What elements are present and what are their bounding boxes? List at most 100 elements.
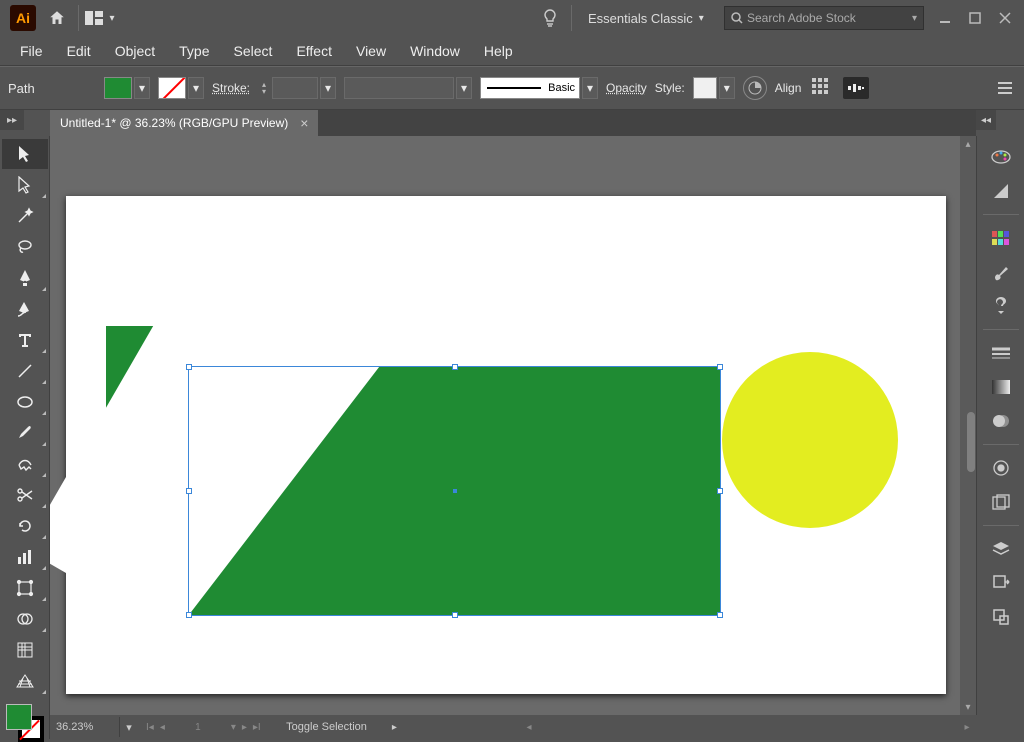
menu-file[interactable]: File [8, 37, 55, 65]
variable-width-profile[interactable] [344, 77, 454, 99]
magic-wand-tool[interactable] [2, 201, 48, 231]
yellow-circle[interactable] [722, 352, 898, 528]
color-guide-panel-icon[interactable] [982, 176, 1020, 206]
symbols-panel-icon[interactable] [982, 291, 1020, 321]
scroll-down-button[interactable]: ▾ [960, 699, 976, 715]
next-artboard-button[interactable]: ▸ [242, 722, 247, 733]
canvas-area[interactable]: ▴ ▾ [50, 136, 976, 715]
curvature-tool[interactable] [2, 294, 48, 324]
mesh-tool[interactable] [2, 635, 48, 665]
pen-tool[interactable] [2, 263, 48, 293]
graphic-styles-panel-icon[interactable] [982, 487, 1020, 517]
vertical-scroll-thumb[interactable] [967, 412, 975, 472]
arrange-documents-button[interactable]: ▾ [85, 3, 115, 33]
paintbrush-tool[interactable] [2, 418, 48, 448]
ellipse-tool[interactable] [2, 387, 48, 417]
close-button[interactable] [990, 7, 1020, 29]
brush-definition[interactable]: Basic [480, 77, 580, 99]
menu-help[interactable]: Help [472, 37, 525, 65]
color-panel-icon[interactable] [982, 142, 1020, 172]
stroke-panel-icon[interactable] [982, 338, 1020, 368]
shape-builder-tool[interactable] [2, 604, 48, 634]
scroll-right-button[interactable]: ▸ [958, 722, 976, 733]
right-panel-dock [976, 136, 1024, 715]
discover-button[interactable] [535, 3, 565, 33]
brush-dropdown[interactable]: ▾ [582, 77, 598, 99]
status-menu-button[interactable]: ▸ [384, 722, 404, 733]
opacity-label[interactable]: Opacity [606, 81, 647, 95]
stroke-swatch[interactable] [158, 77, 186, 99]
vertical-scrollbar[interactable]: ▴ ▾ [960, 136, 976, 715]
recolor-artwork-button[interactable] [743, 76, 767, 100]
minimize-button[interactable] [930, 7, 960, 29]
align-panel-icon[interactable] [809, 77, 835, 99]
stroke-label[interactable]: Stroke: [212, 81, 250, 95]
rotate-tool[interactable] [2, 511, 48, 541]
stroke-control[interactable]: ▾ [158, 77, 204, 99]
artboard-dropdown[interactable]: ▾ [231, 722, 236, 733]
artboard-navigation: I◂ ◂ 1 ▾ ▸ ▸I [138, 722, 269, 733]
stroke-dropdown[interactable]: ▾ [188, 77, 204, 99]
last-artboard-button[interactable]: ▸I [253, 722, 261, 733]
scroll-up-button[interactable]: ▴ [960, 136, 976, 152]
zoom-dropdown[interactable]: ▾ [120, 721, 138, 734]
lasso-tool[interactable] [2, 232, 48, 262]
stroke-weight-field[interactable] [272, 77, 318, 99]
graphic-style-swatch[interactable] [693, 77, 717, 99]
free-transform-tool[interactable] [2, 573, 48, 603]
style-dropdown[interactable]: ▾ [719, 77, 735, 99]
layers-panel-icon[interactable] [982, 534, 1020, 564]
appearance-panel-icon[interactable] [982, 453, 1020, 483]
direct-selection-tool[interactable] [2, 170, 48, 200]
menu-window[interactable]: Window [398, 37, 472, 65]
artboards-panel-icon[interactable] [982, 602, 1020, 632]
expand-tools-button[interactable]: ▸▸ [0, 110, 24, 130]
menu-effect[interactable]: Effect [284, 37, 344, 65]
zoom-level-field[interactable]: 36.23% [50, 717, 120, 737]
workspace-switcher[interactable]: Essentials Classic ▾ [578, 4, 718, 32]
style-label: Style: [655, 81, 685, 95]
fill-stroke-indicator[interactable] [6, 704, 44, 742]
stroke-weight-dropdown[interactable]: ▾ [320, 77, 336, 99]
home-button[interactable] [42, 3, 72, 33]
scroll-left-button[interactable]: ◂ [520, 722, 538, 733]
document-tabstrip: Untitled-1* @ 36.23% (RGB/GPU Preview) × [50, 110, 976, 136]
scissors-tool[interactable] [2, 480, 48, 510]
expand-panels-button[interactable]: ◂◂ [976, 110, 996, 130]
fill-swatch[interactable] [104, 77, 132, 99]
brushes-panel-icon[interactable] [982, 257, 1020, 287]
first-artboard-button[interactable]: I◂ [146, 722, 154, 733]
perspective-grid-tool[interactable] [2, 666, 48, 696]
variable-width-dropdown[interactable]: ▾ [456, 77, 472, 99]
selection-tool[interactable] [2, 139, 48, 169]
line-segment-tool[interactable] [2, 356, 48, 386]
stroke-decrease[interactable]: ▾ [258, 89, 270, 95]
menu-type[interactable]: Type [167, 37, 221, 65]
horizontal-scrollbar[interactable] [538, 722, 958, 732]
artboard-number-field[interactable]: 1 [171, 722, 225, 733]
document-tab[interactable]: Untitled-1* @ 36.23% (RGB/GPU Preview) × [50, 110, 318, 136]
menu-select[interactable]: Select [222, 37, 285, 65]
shaper-tool[interactable] [2, 449, 48, 479]
asset-export-panel-icon[interactable] [982, 568, 1020, 598]
window-controls [930, 7, 1020, 29]
artboard[interactable] [66, 196, 946, 694]
tab-close-button[interactable]: × [300, 115, 308, 131]
transparency-panel-icon[interactable] [982, 406, 1020, 436]
prev-artboard-button[interactable]: ◂ [160, 722, 165, 733]
menu-view[interactable]: View [344, 37, 398, 65]
maximize-button[interactable] [960, 7, 990, 29]
isolate-button[interactable] [843, 77, 869, 99]
menu-edit[interactable]: Edit [55, 37, 103, 65]
column-graph-tool[interactable] [2, 542, 48, 572]
control-overflow-button[interactable] [994, 77, 1016, 99]
type-tool[interactable] [2, 325, 48, 355]
fill-control[interactable]: ▾ [104, 77, 150, 99]
swatches-panel-icon[interactable] [982, 223, 1020, 253]
menu-object[interactable]: Object [103, 37, 167, 65]
align-label[interactable]: Align [775, 81, 802, 95]
fill-indicator[interactable] [6, 704, 32, 730]
gradient-panel-icon[interactable] [982, 372, 1020, 402]
search-stock-field[interactable]: Search Adobe Stock ▾ [724, 6, 924, 30]
fill-dropdown[interactable]: ▾ [134, 77, 150, 99]
